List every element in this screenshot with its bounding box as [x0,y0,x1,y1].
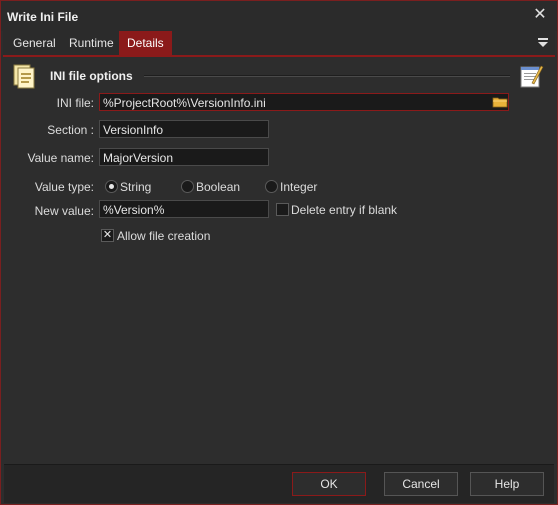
close-icon[interactable]: ✕ [531,6,549,24]
new-value-value: %Version% [103,203,165,217]
notepad-icon [520,65,544,88]
allow-creation-label[interactable]: Allow file creation [117,229,210,243]
tab-bar: General Runtime Details [3,31,555,57]
value-type-label: Value type: [34,180,94,194]
button-bar: OK Cancel Help [4,464,554,503]
title-bar: Write Ini File ✕ [1,1,557,31]
tab-runtime[interactable]: Runtime [61,31,122,55]
radio-integer[interactable] [265,180,278,193]
radio-boolean[interactable] [181,180,194,193]
radio-string-label[interactable]: String [120,180,151,194]
section-input[interactable]: VersionInfo [99,120,269,138]
value-name-value: MajorVersion [103,151,174,165]
allow-creation-checkbox[interactable]: ✕ [101,229,114,242]
delete-if-blank-checkbox[interactable] [276,203,289,216]
folder-icon[interactable] [492,94,508,110]
window-title: Write Ini File [7,10,79,24]
section-title: INI file options [50,69,133,83]
section-value: VersionInfo [103,123,164,137]
tab-details[interactable]: Details [119,31,172,55]
dialog-window: Write Ini File ✕ General Runtime Details… [0,0,558,505]
radio-boolean-label[interactable]: Boolean [196,180,240,194]
radio-string[interactable] [105,180,118,193]
section-label: Section : [47,123,94,137]
new-value-input[interactable]: %Version% [99,200,269,218]
ini-file-value: %ProjectRoot%\VersionInfo.ini [103,96,266,110]
ok-button[interactable]: OK [292,472,366,496]
tab-general[interactable]: General [5,31,64,55]
ini-file-input[interactable]: %ProjectRoot%\VersionInfo.ini [99,93,509,111]
value-name-input[interactable]: MajorVersion [99,148,269,166]
value-name-label: Value name: [27,151,95,165]
new-value-label: New value: [34,204,94,218]
menu-icon[interactable] [537,35,549,49]
help-button[interactable]: Help [470,472,544,496]
details-panel: INI file options INI file: %ProjectRoot%… [4,57,554,463]
delete-if-blank-label[interactable]: Delete entry if blank [291,203,397,217]
cancel-button[interactable]: Cancel [384,472,458,496]
ini-file-label: INI file: [56,96,94,110]
radio-integer-label[interactable]: Integer [280,180,317,194]
section-divider [144,75,510,77]
ini-file-icon [13,64,35,89]
